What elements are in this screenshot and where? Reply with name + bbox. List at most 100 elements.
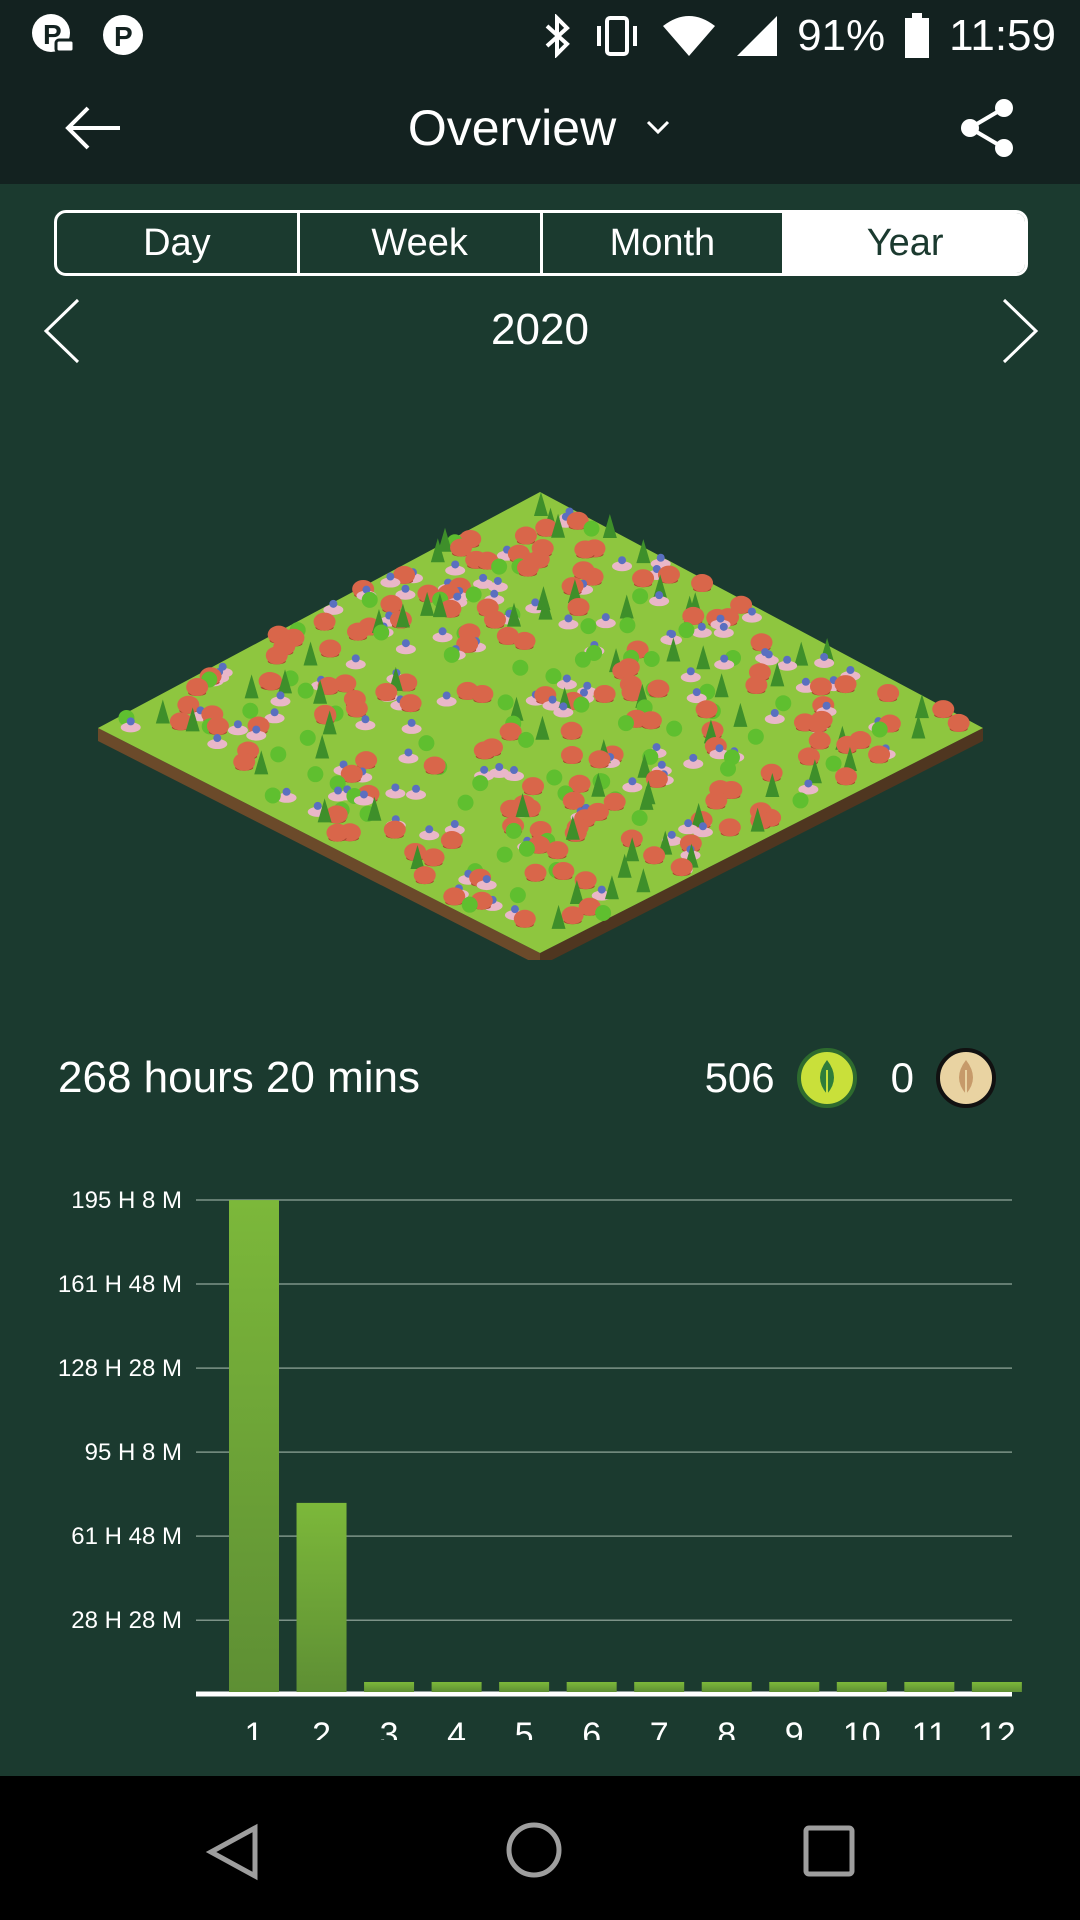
x-tick-label: 10: [843, 1716, 881, 1740]
bar-month-12[interactable]: [971, 1682, 1022, 1692]
forest-tree: [643, 651, 660, 668]
forest-tree: [868, 745, 891, 764]
forest-tree: [483, 610, 506, 629]
forest-tree: [361, 591, 378, 608]
forest-tree: [678, 622, 695, 639]
x-tick-label: 9: [785, 1716, 804, 1740]
forest-tree: [514, 526, 537, 545]
forest-tree: [512, 659, 529, 676]
bar-month-11[interactable]: [904, 1682, 955, 1692]
bar-month-8[interactable]: [701, 1682, 752, 1692]
bar-month-5[interactable]: [499, 1682, 550, 1692]
forest-tree: [619, 617, 636, 634]
forest-tree: [314, 706, 337, 725]
bar-month-10[interactable]: [836, 1682, 887, 1692]
tab-month[interactable]: Month: [543, 213, 786, 273]
forest-tree: [347, 622, 370, 641]
forest-tree: [461, 896, 478, 913]
forest-tree: [518, 840, 535, 857]
back-triangle-icon[interactable]: [205, 1822, 261, 1882]
title-dropdown[interactable]: Overview: [0, 72, 1080, 184]
y-tick-label: 161 H 48 M: [58, 1271, 182, 1298]
status-bar: P P 91% 11:59: [0, 0, 1080, 72]
vibrate-icon: [597, 16, 638, 56]
dead-tree-count: 0: [890, 1054, 914, 1101]
forest-tree: [720, 760, 737, 777]
parking-icon: P: [103, 15, 143, 55]
forest-tree: [524, 863, 547, 882]
forest-tree: [380, 594, 403, 613]
signal-icon: [737, 16, 778, 56]
forest-tree: [345, 699, 368, 718]
forest-tree: [573, 696, 590, 713]
y-tick-label: 95 H 8 M: [85, 1439, 182, 1466]
tab-year[interactable]: Year: [785, 213, 1025, 273]
forest-tree: [835, 767, 858, 786]
x-tick-label: 2: [312, 1716, 331, 1740]
bar-month-1[interactable]: [229, 1200, 279, 1692]
x-tick-label: 5: [515, 1716, 534, 1740]
share-icon[interactable]: [956, 96, 1018, 160]
period-selector: Day Week Month Year: [54, 210, 1028, 276]
forest-tree: [313, 612, 336, 631]
summary-row: 268 hours 20 mins 506 0: [0, 1040, 1080, 1116]
forest-tree: [574, 651, 591, 668]
forest-tree: [670, 858, 693, 877]
forest-tree: [319, 639, 342, 658]
y-tick-label: 128 H 28 M: [58, 1355, 182, 1382]
forest-tree: [297, 682, 314, 699]
forest-tree: [718, 818, 741, 837]
chevron-down-icon: [647, 120, 670, 135]
clock: 11:59: [949, 11, 1056, 60]
forest-tree: [639, 711, 662, 730]
forest-tree: [265, 646, 288, 665]
home-circle-icon[interactable]: [504, 1820, 564, 1880]
battery-icon: [905, 13, 930, 58]
bar-month-2[interactable]: [296, 1502, 347, 1692]
forest-tree: [632, 569, 655, 588]
bar-month-3[interactable]: [364, 1682, 415, 1692]
forest-tree: [705, 791, 728, 810]
forest-tree: [491, 558, 508, 575]
forest-tree: [264, 787, 281, 804]
forest-tree: [947, 713, 970, 732]
forest-tree: [836, 735, 859, 754]
withered-leaf-icon: [936, 1048, 996, 1108]
chevron-right-icon[interactable]: [996, 296, 1042, 366]
wifi-icon: [663, 16, 716, 56]
bar-month-7[interactable]: [634, 1682, 685, 1692]
y-tick-label: 195 H 8 M: [71, 1187, 182, 1214]
forest-tree: [560, 746, 583, 765]
bar-month-6[interactable]: [566, 1682, 617, 1692]
recents-square-icon[interactable]: [802, 1824, 856, 1878]
x-tick-label: 1: [245, 1716, 264, 1740]
forest-tree: [473, 741, 496, 760]
forest-tree: [552, 861, 575, 880]
battery-percent: 91%: [797, 11, 886, 60]
forest-tree: [326, 823, 349, 842]
forest-tree: [871, 721, 888, 738]
bar-month-9[interactable]: [769, 1682, 820, 1692]
forest-tree: [522, 777, 545, 796]
forest-tree: [496, 846, 513, 863]
forest-tree: [242, 702, 259, 719]
forest-tree: [809, 677, 832, 696]
forest-tree: [546, 769, 563, 786]
forest-tree: [457, 794, 474, 811]
forest-tree: [546, 841, 569, 860]
forest-tree: [775, 695, 792, 712]
tab-week[interactable]: Week: [300, 213, 543, 273]
x-tick-label: 7: [650, 1716, 669, 1740]
bar-month-4[interactable]: [431, 1682, 482, 1692]
forest-tree: [440, 831, 463, 850]
tab-day[interactable]: Day: [57, 213, 300, 273]
forest-tree: [465, 586, 482, 603]
forest-tree: [797, 747, 820, 766]
forest-tree: [270, 746, 287, 763]
forest-tree: [509, 887, 526, 904]
forest-tree: [574, 540, 597, 559]
healthy-tree-count: 506: [704, 1054, 775, 1101]
forest-tree: [695, 700, 718, 719]
forest-tree: [373, 624, 390, 641]
forest-tree: [513, 909, 536, 928]
